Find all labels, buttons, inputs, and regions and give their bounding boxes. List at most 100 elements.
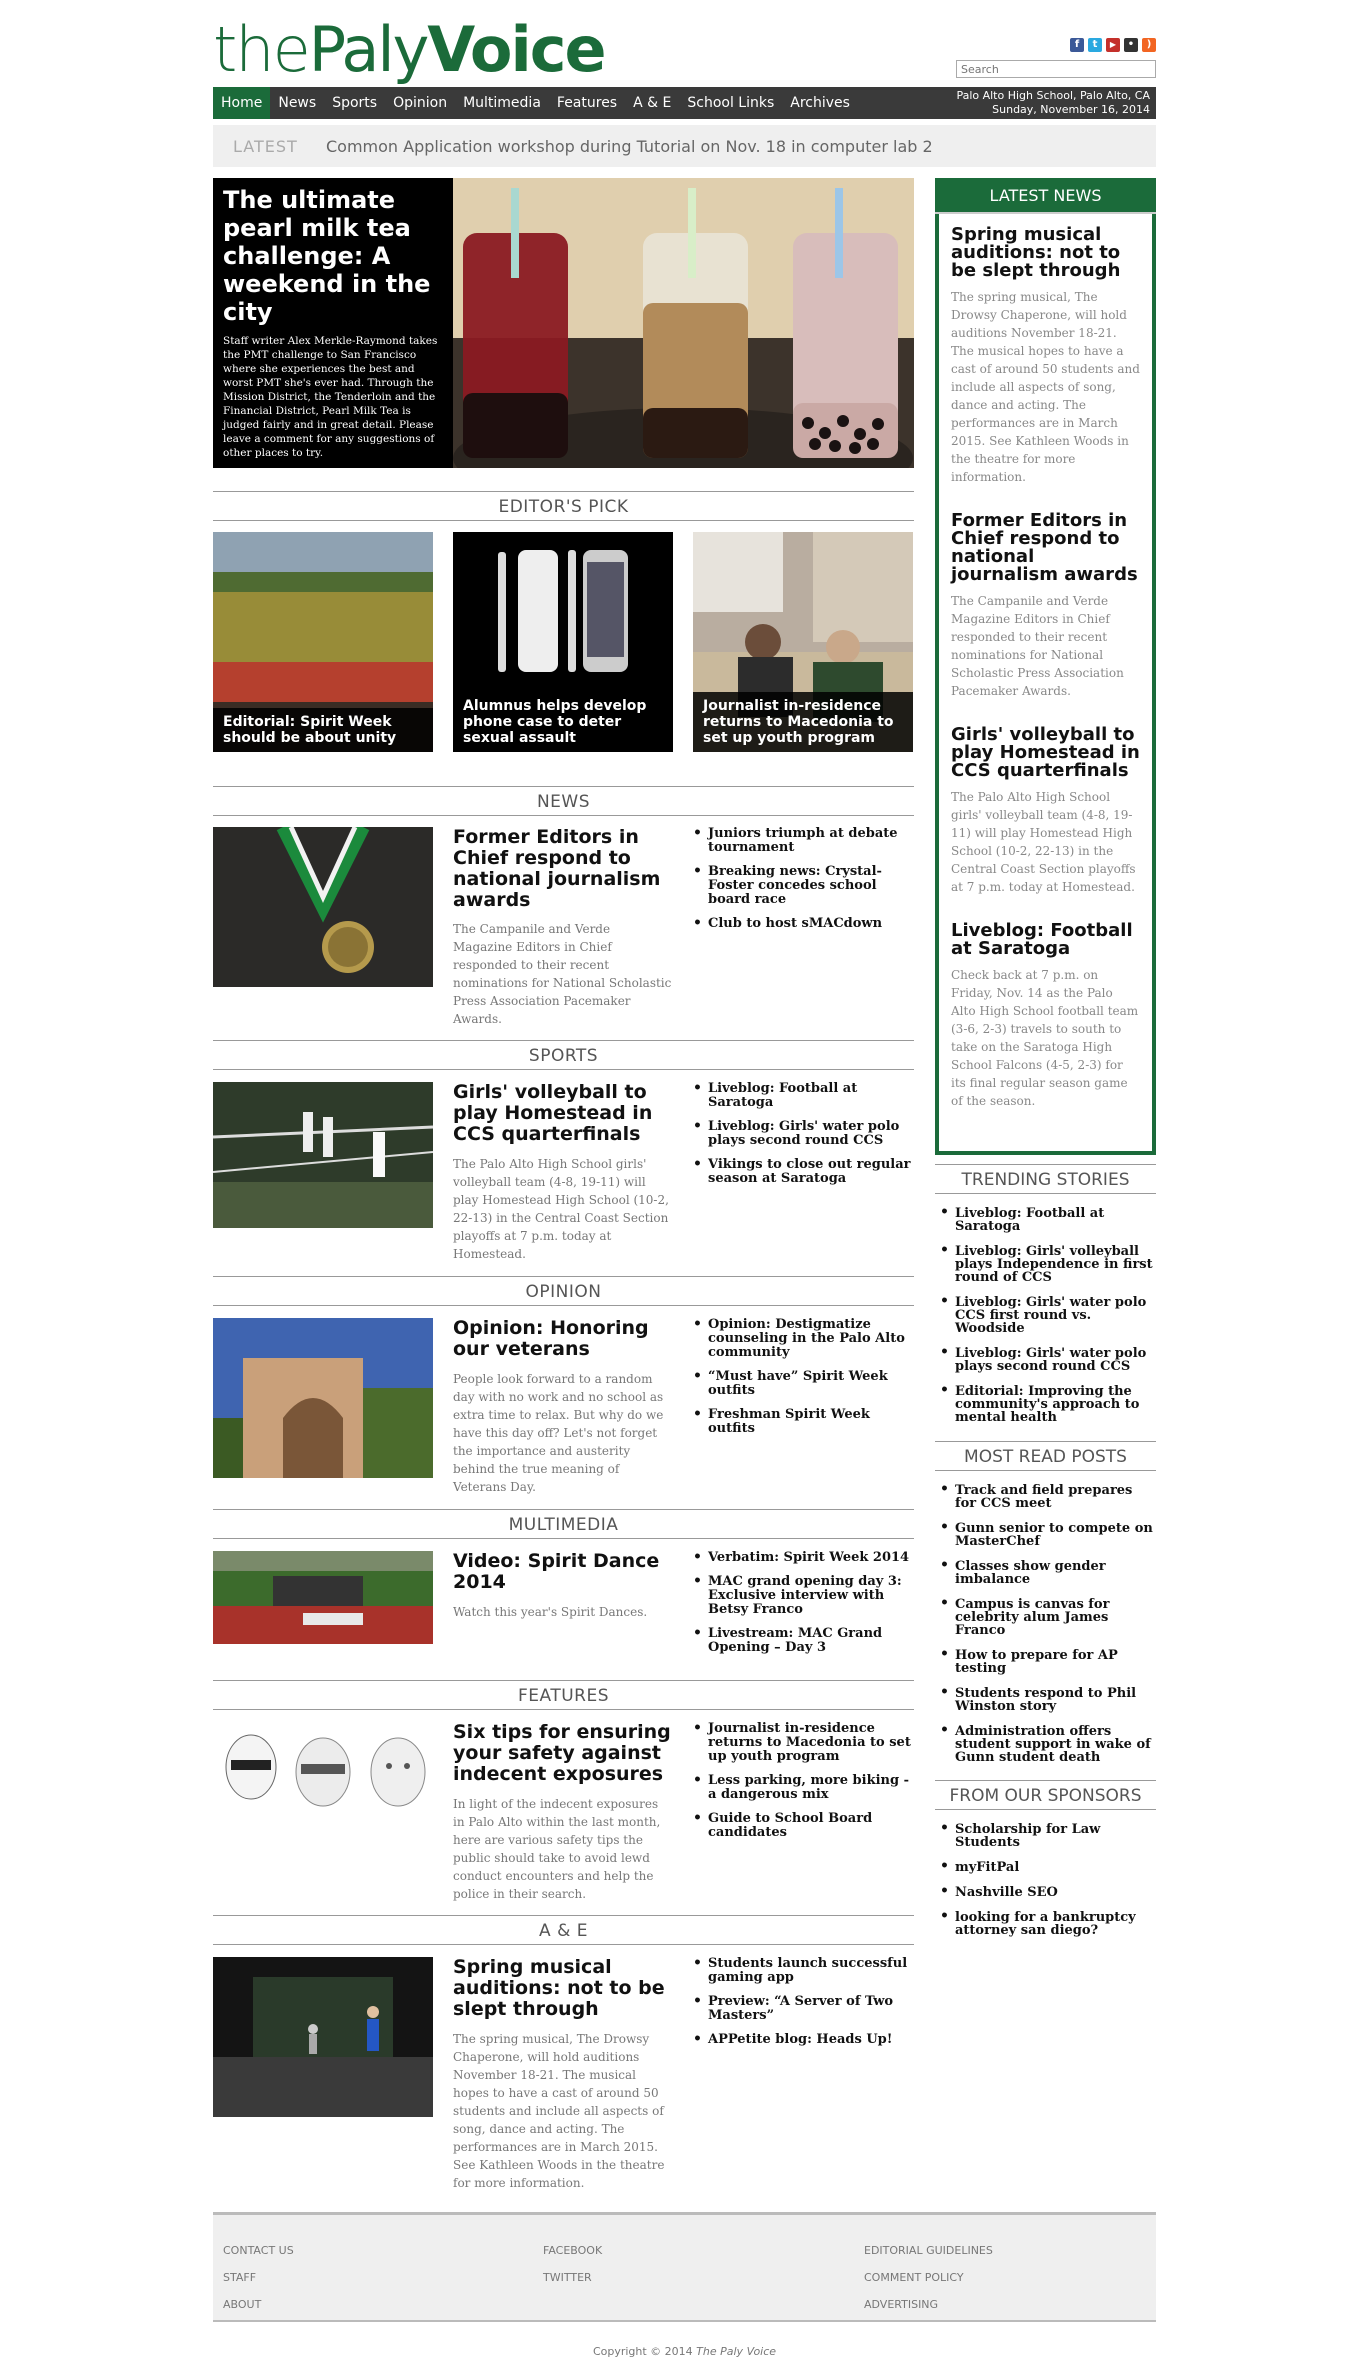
news-link[interactable]: Juniors triumph at debate tournament [688, 826, 914, 855]
nav-features[interactable]: Features [549, 87, 625, 119]
latest-news-title[interactable]: Liveblog: Football at Saratoga [951, 922, 1140, 958]
most-read-item[interactable]: Students respond to Phil Winston story [935, 1686, 1156, 1713]
flickr-icon[interactable]: • [1124, 38, 1138, 52]
nav-multimedia[interactable]: Multimedia [455, 87, 549, 119]
editors-pick-caption: Editorial: Spirit Week should be about u… [213, 708, 433, 752]
news-image[interactable] [213, 827, 433, 987]
trending-item[interactable]: Editorial: Improving the community's app… [935, 1384, 1156, 1424]
editors-pick-item[interactable]: Editorial: Spirit Week should be about u… [213, 532, 433, 752]
footer-link-editorial-guidelines[interactable]: EDITORIAL GUIDELINES [864, 2237, 993, 2264]
most-read-item[interactable]: Track and field prepares for CCS meet [935, 1483, 1156, 1510]
news-title[interactable]: Former Editors in Chief respond to natio… [453, 827, 673, 911]
multimedia-title[interactable]: Video: Spirit Dance 2014 [453, 1551, 673, 1593]
latest-news-item[interactable]: Girls' volleyball to play Homestead in C… [939, 726, 1152, 896]
most-read-item[interactable]: Gunn senior to compete on MasterChef [935, 1521, 1156, 1548]
opinion-title[interactable]: Opinion: Honoring our veterans [453, 1318, 673, 1360]
editors-pick-item[interactable]: Alumnus helps develop phone case to dete… [453, 532, 673, 752]
editors-pick-item[interactable]: Journalist in-residence returns to Maced… [693, 532, 913, 752]
sponsors-list: Scholarship for Law Students myFitPal Na… [935, 1822, 1156, 1949]
rss-icon[interactable]: ) [1142, 38, 1156, 52]
ae-link[interactable]: APPetite blog: Heads Up! [688, 2032, 914, 2047]
latest-ticker: LATEST Common Application workshop durin… [213, 125, 1156, 167]
most-read-item[interactable]: How to prepare for AP testing [935, 1648, 1156, 1675]
news-link[interactable]: Club to host sMACdown [688, 916, 914, 931]
sports-image[interactable] [213, 1082, 433, 1228]
hero-feature[interactable]: The ultimate pearl milk tea challenge: A… [213, 178, 914, 468]
sports-link[interactable]: Vikings to close out regular season at S… [688, 1157, 914, 1186]
sponsor-item[interactable]: Scholarship for Law Students [935, 1822, 1156, 1849]
nav-ae[interactable]: A & E [625, 87, 679, 119]
sports-title[interactable]: Girls' volleyball to play Homestead in C… [453, 1082, 673, 1145]
latest-news-title[interactable]: Former Editors in Chief respond to natio… [951, 512, 1140, 584]
ticker-label: LATEST [233, 136, 298, 156]
features-link[interactable]: Journalist in-residence returns to Maced… [688, 1721, 914, 1764]
opinion-link[interactable]: Freshman Spirit Week outfits [688, 1407, 914, 1436]
nav-school-links[interactable]: School Links [679, 87, 782, 119]
multimedia-link[interactable]: Verbatim: Spirit Week 2014 [688, 1550, 914, 1565]
features-link[interactable]: Guide to School Board candidates [688, 1811, 914, 1840]
site-logo[interactable]: thePalyVoice [213, 14, 607, 86]
footer-link-contact[interactable]: CONTACT US [223, 2237, 294, 2264]
latest-news-item[interactable]: Spring musical auditions: not to be slep… [939, 226, 1152, 486]
footer-link-twitter[interactable]: TWITTER [543, 2264, 602, 2291]
campus-building-image [213, 1318, 433, 1478]
features-link[interactable]: Less parking, more biking - a dangerous … [688, 1773, 914, 1802]
most-read-item[interactable]: Classes show gender imbalance [935, 1559, 1156, 1586]
ae-image[interactable] [213, 1957, 433, 2117]
nav-opinion[interactable]: Opinion [385, 87, 455, 119]
trending-item[interactable]: Liveblog: Girls' volleyball plays Indepe… [935, 1244, 1156, 1284]
footer: CONTACT US STAFF ABOUT FACEBOOK TWITTER … [213, 2212, 1156, 2322]
latest-news-excerpt: The spring musical, The Drowsy Chaperone… [951, 290, 1140, 484]
nav-archives[interactable]: Archives [782, 87, 858, 119]
opinion-excerpt: People look forward to a random day with… [453, 1372, 664, 1494]
trending-item[interactable]: Liveblog: Girls' water polo plays second… [935, 1346, 1156, 1373]
news-link[interactable]: Breaking news: Crystal-Foster concedes s… [688, 864, 914, 907]
ticker-headline[interactable]: Common Application workshop during Tutor… [326, 137, 933, 156]
opinion-image[interactable] [213, 1318, 433, 1478]
footer-link-staff[interactable]: STAFF [223, 2264, 294, 2291]
multimedia-link[interactable]: MAC grand opening day 3: Exclusive inter… [688, 1574, 914, 1617]
sports-heading: SPORTS [213, 1040, 914, 1070]
facebook-icon[interactable]: f [1070, 38, 1084, 52]
features-image[interactable] [213, 1722, 433, 1832]
opinion-link[interactable]: “Must have” Spirit Week outfits [688, 1369, 914, 1398]
footer-link-comment-policy[interactable]: COMMENT POLICY [864, 2264, 993, 2291]
nav-news[interactable]: News [270, 87, 324, 119]
footer-link-advertising[interactable]: ADVERTISING [864, 2291, 993, 2318]
footer-link-facebook[interactable]: FACEBOOK [543, 2237, 602, 2264]
youtube-icon[interactable]: ▶ [1106, 38, 1120, 52]
footer-col-about: CONTACT US STAFF ABOUT [223, 2237, 294, 2318]
most-read-item[interactable]: Administration offers student support in… [935, 1724, 1156, 1764]
most-read-item[interactable]: Campus is canvas for celebrity alum Jame… [935, 1597, 1156, 1637]
footer-link-about[interactable]: ABOUT [223, 2291, 294, 2318]
opinion-heading: OPINION [213, 1276, 914, 1306]
twitter-icon[interactable]: t [1088, 38, 1102, 52]
trending-item[interactable]: Liveblog: Girls' water polo CCS first ro… [935, 1295, 1156, 1335]
hero-title[interactable]: The ultimate pearl milk tea challenge: A… [223, 186, 443, 326]
latest-news-title[interactable]: Girls' volleyball to play Homestead in C… [951, 726, 1140, 780]
features-title[interactable]: Six tips for ensuring your safety agains… [453, 1722, 673, 1785]
nav-home[interactable]: Home [213, 87, 271, 119]
latest-news-excerpt: Check back at 7 p.m. on Friday, Nov. 14 … [951, 968, 1139, 1108]
latest-news-title[interactable]: Spring musical auditions: not to be slep… [951, 226, 1140, 280]
nav-sports[interactable]: Sports [324, 87, 385, 119]
sponsor-item[interactable]: looking for a bankruptcy attorney san di… [935, 1910, 1156, 1937]
sponsor-item[interactable]: myFitPal [935, 1860, 1156, 1874]
latest-news-item[interactable]: Liveblog: Football at Saratoga Check bac… [939, 922, 1152, 1110]
volleyball-image [213, 1082, 433, 1228]
latest-news-item[interactable]: Former Editors in Chief respond to natio… [939, 512, 1152, 700]
sponsor-item[interactable]: Nashville SEO [935, 1885, 1156, 1899]
opinion-link[interactable]: Opinion: Destigmatize counseling in the … [688, 1317, 914, 1360]
ae-link[interactable]: Preview: “A Server of Two Masters” [688, 1994, 914, 2023]
hero-image[interactable] [453, 178, 914, 468]
suspect-sketches-image [213, 1722, 433, 1832]
sports-link[interactable]: Liveblog: Football at Saratoga [688, 1081, 914, 1110]
search-input[interactable] [956, 60, 1156, 78]
medal-image [213, 827, 433, 987]
multimedia-link[interactable]: Livestream: MAC Grand Opening – Day 3 [688, 1626, 914, 1655]
trending-item[interactable]: Liveblog: Football at Saratoga [935, 1206, 1156, 1233]
ae-link[interactable]: Students launch successful gaming app [688, 1956, 914, 1985]
sports-link[interactable]: Liveblog: Girls' water polo plays second… [688, 1119, 914, 1148]
ae-title[interactable]: Spring musical auditions: not to be slep… [453, 1957, 673, 2020]
multimedia-image[interactable] [213, 1551, 433, 1644]
